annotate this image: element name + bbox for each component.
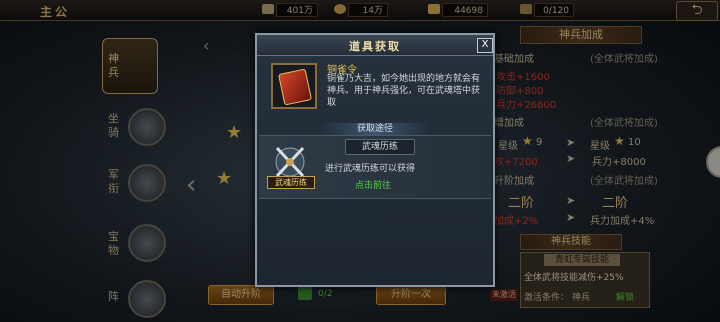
item-source-dialog: 道具获取 X 铜雀令 铜雀乃大吉，如今她出现的地方就会有神兵。用于神兵强化，可在… <box>255 33 495 287</box>
item-description: 铜雀乃大吉，如今她出现的地方就会有神兵。用于神兵强化，可在武魂塔中获取 <box>327 74 481 108</box>
close-button[interactable]: X <box>477 38 493 53</box>
token-item-icon <box>277 68 313 106</box>
source-description: 进行武魂历练可以获得 <box>325 164 416 174</box>
source-header: 获取途径 <box>319 123 431 135</box>
source-name: 武魂历练 <box>345 139 415 155</box>
game-screen: 主公 401万 14万 44698 0/120 ⮌ 神兵 坐骑 军衔 宝物 阵 … <box>0 0 720 322</box>
source-row[interactable]: 武魂历练 武魂历练 进行武魂历练可以获得 点击前往 <box>259 135 491 199</box>
go-link[interactable]: 点击前往 <box>355 178 391 191</box>
item-slot <box>271 63 317 109</box>
dialog-title: 道具获取 <box>349 40 401 53</box>
source-icon-label: 武魂历练 <box>267 176 315 189</box>
